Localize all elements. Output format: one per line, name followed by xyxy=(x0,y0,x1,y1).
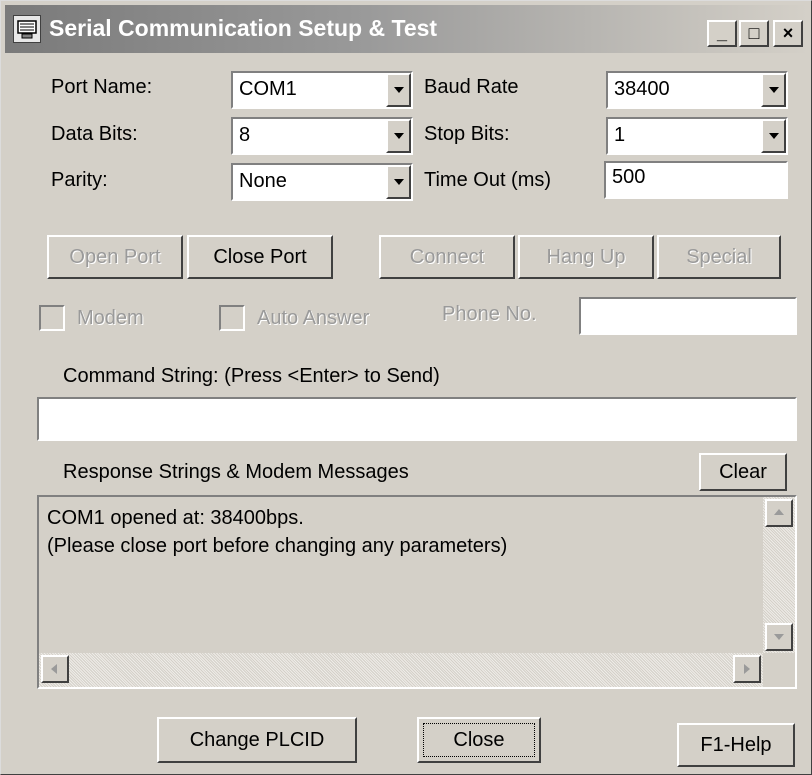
response-text-area[interactable]: COM1 opened at: 38400bps. (Please close … xyxy=(37,495,797,689)
auto-answer-label: Auto Answer xyxy=(257,307,370,329)
stop-bits-select[interactable]: 1 xyxy=(606,117,788,155)
stop-bits-label: Stop Bits: xyxy=(424,123,510,145)
parity-label: Parity: xyxy=(51,169,108,191)
maximize-button[interactable]: □ xyxy=(739,20,769,47)
phone-number-label: Phone No. xyxy=(442,303,537,325)
help-button[interactable]: F1-Help xyxy=(677,723,795,767)
timeout-label: Time Out (ms) xyxy=(424,169,552,191)
auto-answer-checkbox[interactable] xyxy=(219,305,245,331)
parity-value: None xyxy=(239,170,287,192)
parity-select[interactable]: None xyxy=(231,163,413,201)
change-plcid-button[interactable]: Change PLCID xyxy=(157,717,357,763)
close-button[interactable]: Close xyxy=(417,717,541,763)
scroll-right-icon[interactable] xyxy=(733,655,761,683)
response-label: Response Strings & Modem Messages xyxy=(63,461,409,483)
data-bits-select[interactable]: 8 xyxy=(231,117,413,155)
hang-up-button[interactable]: Hang Up xyxy=(518,235,654,279)
modem-checkbox[interactable] xyxy=(39,305,65,331)
open-port-button[interactable]: Open Port xyxy=(47,235,183,279)
baud-rate-value: 38400 xyxy=(614,78,670,100)
window-title: Serial Communication Setup & Test xyxy=(49,15,438,41)
scroll-down-icon[interactable] xyxy=(765,623,793,651)
response-line: (Please close port before changing any p… xyxy=(47,535,508,557)
stop-bits-value: 1 xyxy=(614,124,626,146)
minimize-button[interactable]: _ xyxy=(707,20,737,47)
chevron-down-icon[interactable] xyxy=(386,119,411,153)
chevron-down-icon[interactable] xyxy=(761,119,786,153)
horizontal-scrollbar[interactable] xyxy=(39,653,763,687)
app-icon[interactable] xyxy=(13,15,41,43)
port-name-label: Port Name: xyxy=(51,76,153,98)
command-string-input[interactable] xyxy=(37,397,797,441)
command-string-label: Command String: (Press <Enter> to Send) xyxy=(63,365,440,387)
timeout-input[interactable]: 500 xyxy=(604,161,788,199)
connect-button[interactable]: Connect xyxy=(379,235,515,279)
response-line: COM1 opened at: 38400bps. xyxy=(47,507,304,529)
phone-number-input[interactable] xyxy=(579,297,797,335)
port-name-value: COM1 xyxy=(239,78,297,100)
serial-setup-window: Serial Communication Setup & Test _ □ × … xyxy=(0,0,812,775)
baud-rate-select[interactable]: 38400 xyxy=(606,71,788,109)
special-button[interactable]: Special xyxy=(657,235,781,279)
close-button-label: Close xyxy=(453,729,505,751)
scroll-left-icon[interactable] xyxy=(41,655,69,683)
chevron-down-icon[interactable] xyxy=(386,73,411,107)
clear-button[interactable]: Clear xyxy=(699,453,787,491)
title-bar[interactable]: Serial Communication Setup & Test _ □ × xyxy=(5,5,809,53)
data-bits-label: Data Bits: xyxy=(51,123,138,145)
close-window-button[interactable]: × xyxy=(773,20,803,47)
chevron-down-icon[interactable] xyxy=(386,165,411,199)
timeout-value: 500 xyxy=(612,166,646,188)
vertical-scrollbar[interactable] xyxy=(763,497,795,653)
modem-label: Modem xyxy=(77,307,144,329)
close-port-button[interactable]: Close Port xyxy=(187,235,333,279)
chevron-down-icon[interactable] xyxy=(761,73,786,107)
port-name-select[interactable]: COM1 xyxy=(231,71,413,109)
scroll-up-icon[interactable] xyxy=(765,499,793,527)
data-bits-value: 8 xyxy=(239,124,251,146)
baud-rate-label: Baud Rate xyxy=(424,76,519,98)
